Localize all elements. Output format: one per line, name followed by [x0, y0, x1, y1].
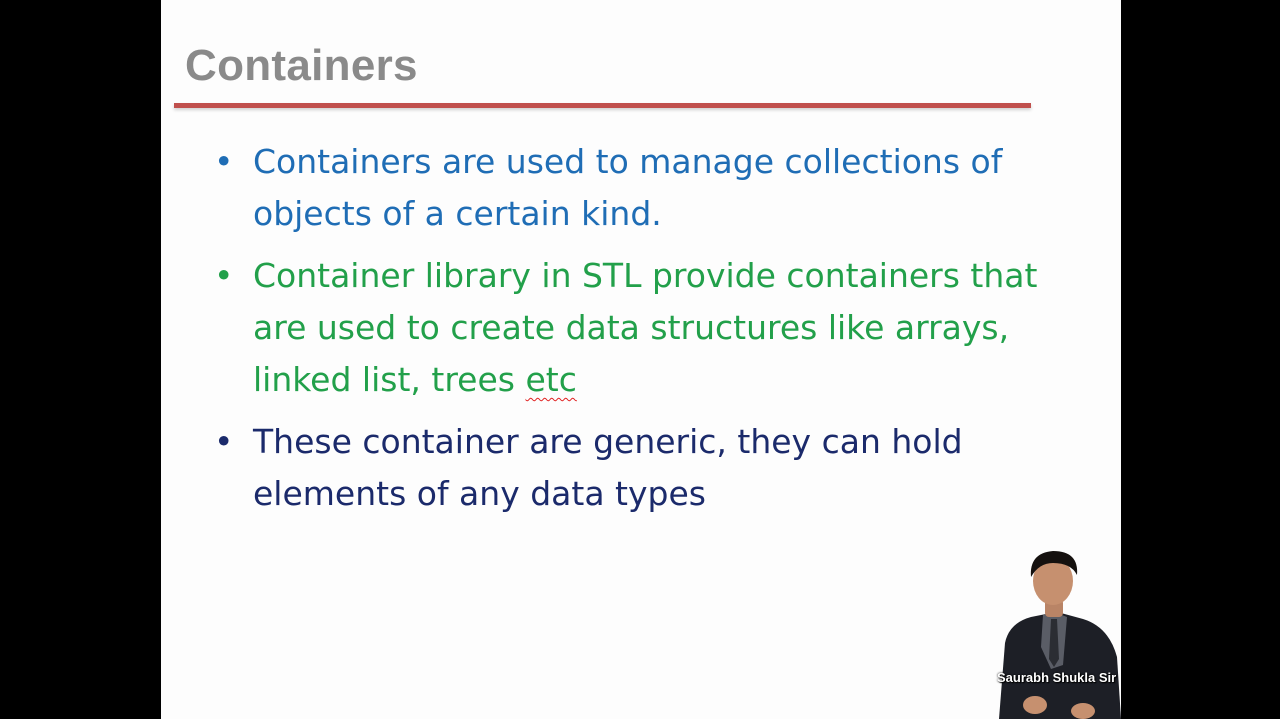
presenter-figure-icon — [999, 551, 1121, 719]
bullet-text: These container are generic, they can ho… — [253, 422, 963, 513]
bullet-dot-icon: • — [214, 142, 234, 181]
bullet-item: • Containers are used to manage collecti… — [214, 136, 1054, 240]
bullet-list: • Containers are used to manage collecti… — [214, 136, 1054, 530]
spellcheck-flagged-word: etc — [525, 360, 577, 399]
title-underline-rule — [174, 103, 1031, 108]
presenter-webcam-overlay — [991, 547, 1121, 719]
bullet-text: Container library in STL provide contain… — [253, 256, 1038, 399]
bullet-dot-icon: • — [214, 256, 234, 295]
presenter-name-caption: Saurabh Shukla Sir — [997, 670, 1117, 685]
slide: Containers • Containers are used to mana… — [161, 0, 1121, 719]
bullet-text: Containers are used to manage collection… — [253, 142, 1003, 233]
bullet-item: • These container are generic, they can … — [214, 416, 1054, 520]
bullet-item: • Container library in STL provide conta… — [214, 250, 1054, 406]
slide-title: Containers — [185, 41, 418, 90]
video-frame: Containers • Containers are used to mana… — [0, 0, 1280, 719]
bullet-dot-icon: • — [214, 422, 234, 461]
